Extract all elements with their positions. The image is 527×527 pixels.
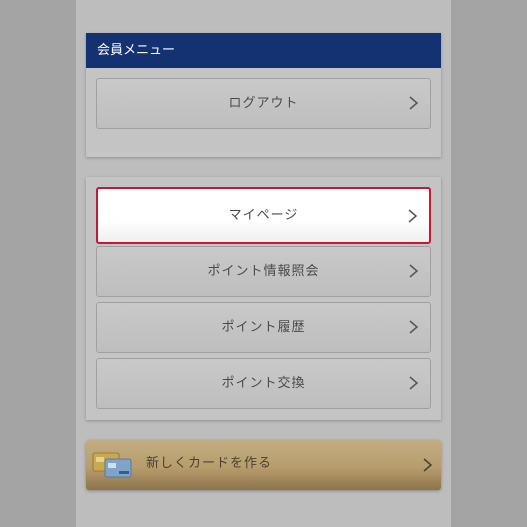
menu-item-label: マイページ <box>228 208 299 223</box>
chevron-right-icon <box>409 320 419 334</box>
chevron-right-icon <box>408 209 418 223</box>
new-card-banner[interactable]: 新しくカードを作る <box>86 440 441 490</box>
menu-item-point-history[interactable]: ポイント履歴 <box>96 302 431 353</box>
main-menu-panel: マイページ ポイント情報照会 ポイント履歴 ポイント交換 <box>86 177 441 420</box>
menu-item-label: ポイント情報照会 <box>207 264 320 279</box>
card-icon <box>92 452 132 478</box>
logout-label: ログアウト <box>228 96 299 111</box>
menu-column: 会員メニュー ログアウト マイページ ポイント情報照会 ポイント履歴 ポイント交… <box>76 0 451 527</box>
chevron-right-icon <box>423 458 433 472</box>
chevron-right-icon <box>409 376 419 390</box>
member-menu-panel: 会員メニュー ログアウト <box>86 33 441 157</box>
menu-item-mypage[interactable]: マイページ <box>96 187 431 244</box>
new-card-label: 新しくカードを作る <box>146 456 273 471</box>
menu-item-label: ポイント交換 <box>221 376 306 391</box>
logout-button[interactable]: ログアウト <box>96 78 431 129</box>
menu-item-point-info[interactable]: ポイント情報照会 <box>96 246 431 297</box>
chevron-right-icon <box>409 96 419 110</box>
member-menu-header: 会員メニュー <box>86 33 441 68</box>
menu-item-label: ポイント履歴 <box>221 320 306 335</box>
chevron-right-icon <box>409 264 419 278</box>
menu-item-point-exchange[interactable]: ポイント交換 <box>96 358 431 409</box>
